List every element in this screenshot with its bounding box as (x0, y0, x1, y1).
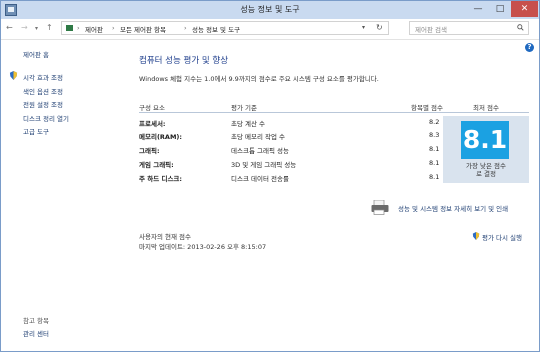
print-details-link[interactable]: 성능 및 시스템 정보 자세히 보기 및 인쇄 (398, 203, 508, 213)
refresh-icon[interactable]: ↻ (376, 23, 383, 32)
help-icon[interactable]: ? (525, 43, 534, 52)
minimize-button[interactable]: — (467, 1, 489, 17)
sidebar-item-action-center[interactable]: 관리 센터 (23, 328, 49, 338)
table-row: 게임 그래픽: 3D 및 게임 그래픽 성능 8.1 (139, 157, 443, 169)
base-score-description-line: 로 결정 (475, 170, 496, 178)
address-dropdown[interactable]: ▾ (362, 24, 365, 31)
sidebar: 제어판 홈 시각 효과 조정 색인 옵션 조정 전원 설정 조정 디스크 정리 … (1, 40, 129, 351)
sidebar-item-power[interactable]: 전원 설정 조정 (23, 99, 63, 109)
maximize-button[interactable]: □ (489, 1, 511, 17)
current-score-label: 사용자의 현재 점수 (139, 233, 191, 241)
search-icon[interactable] (517, 24, 524, 31)
forward-button[interactable]: → (21, 23, 28, 32)
base-score-tile: 8.1 (461, 121, 509, 159)
table-row: 주 하드 디스크: 디스크 데이터 전송률 8.1 (139, 171, 443, 183)
close-button[interactable]: ✕ (511, 1, 538, 17)
page-description: Windows 체험 지수는 1.0에서 9.9까지의 점수로 주요 시스템 구… (139, 75, 379, 83)
row-score: 8.3 (429, 131, 440, 139)
sidebar-item-indexing[interactable]: 색인 옵션 조정 (23, 86, 63, 96)
table-row: 그래픽: 데스크톱 그래픽 성능 8.1 (139, 143, 443, 155)
breadcrumb-separator[interactable]: › (112, 24, 115, 32)
row-component: 프로세서: (139, 120, 166, 128)
sidebar-item-disk-cleanup[interactable]: 디스크 정리 열기 (23, 113, 69, 123)
row-score: 8.1 (429, 173, 440, 181)
row-component: 게임 그래픽: (139, 161, 174, 169)
window-title: 성능 정보 및 도구 (240, 5, 300, 14)
back-button[interactable]: ← (6, 23, 13, 32)
header-criteria: 평가 기준 (231, 104, 257, 112)
rerun-assessment-link[interactable]: 평가 다시 실행 (482, 232, 522, 242)
row-criteria: 3D 및 게임 그래픽 성능 (231, 161, 297, 169)
shield-icon (9, 71, 18, 80)
header-component: 구성 요소 (139, 104, 165, 112)
control-panel-small-icon (66, 25, 73, 31)
search-placeholder: 제어판 검색 (415, 26, 447, 34)
shield-icon (472, 232, 480, 240)
see-also-label: 참고 항목 (23, 317, 49, 325)
sidebar-item-visual-effects[interactable]: 시각 효과 조정 (23, 72, 63, 82)
row-component: 주 하드 디스크: (139, 175, 183, 183)
header-base-score: 최저 점수 (473, 104, 499, 112)
breadcrumb-separator[interactable]: › (77, 24, 80, 32)
sidebar-item-advanced-tools[interactable]: 고급 도구 (23, 126, 49, 136)
base-score-description-line: 가장 낮은 점수 (465, 162, 506, 170)
table-row: 메모리(RAM): 초당 메모리 작업 수 8.3 (139, 129, 443, 141)
row-criteria: 초당 메모리 작업 수 (231, 133, 286, 141)
address-field[interactable]: › 제어판 › 모든 제어판 항목 › 성능 정보 및 도구 ▾ ↻ (61, 21, 389, 35)
base-score-description: 가장 낮은 점수 로 결정 (443, 162, 529, 178)
search-input[interactable]: 제어판 검색 (409, 21, 529, 35)
divider (139, 112, 529, 113)
row-component: 그래픽: (139, 147, 160, 155)
main-content: ? 컴퓨터 성능 평가 및 향상 Windows 체험 지수는 1.0에서 9.… (129, 40, 539, 351)
row-criteria: 초당 계산 수 (231, 120, 266, 128)
recent-locations-dropdown[interactable]: ▾ (35, 25, 38, 32)
table-row: 프로세서: 초당 계산 수 8.2 (139, 116, 443, 128)
breadcrumb-performance[interactable]: 성능 정보 및 도구 (192, 24, 240, 34)
breadcrumb-separator[interactable]: › (184, 24, 187, 32)
row-score: 8.1 (429, 145, 440, 153)
page-title: 컴퓨터 성능 평가 및 향상 (139, 56, 229, 66)
printer-icon (371, 200, 389, 215)
address-bar-row: ← → ▾ ↑ › 제어판 › 모든 제어판 항목 › 성능 정보 및 도구 ▾… (1, 19, 539, 40)
window: 성능 정보 및 도구 — □ ✕ ← → ▾ ↑ › 제어판 › 모든 제어판 … (0, 0, 540, 352)
breadcrumb-all-items[interactable]: 모든 제어판 항목 (120, 24, 166, 34)
base-score-panel: 8.1 가장 낮은 점수 로 결정 (443, 116, 529, 183)
row-criteria: 데스크톱 그래픽 성능 (231, 147, 289, 155)
sidebar-item-home[interactable]: 제어판 홈 (23, 49, 49, 59)
row-score: 8.1 (429, 159, 440, 167)
row-criteria: 디스크 데이터 전송률 (231, 175, 289, 183)
row-component: 메모리(RAM): (139, 133, 182, 141)
breadcrumb-control-panel[interactable]: 제어판 (85, 24, 103, 34)
header-subscore: 항목별 점수 (411, 104, 443, 112)
row-score: 8.2 (429, 118, 440, 126)
up-button[interactable]: ↑ (46, 23, 53, 32)
last-update-text: 마지막 업데이트: 2013-02-26 오후 8:15:07 (139, 243, 267, 251)
title-bar[interactable]: 성능 정보 및 도구 — □ ✕ (1, 1, 539, 19)
